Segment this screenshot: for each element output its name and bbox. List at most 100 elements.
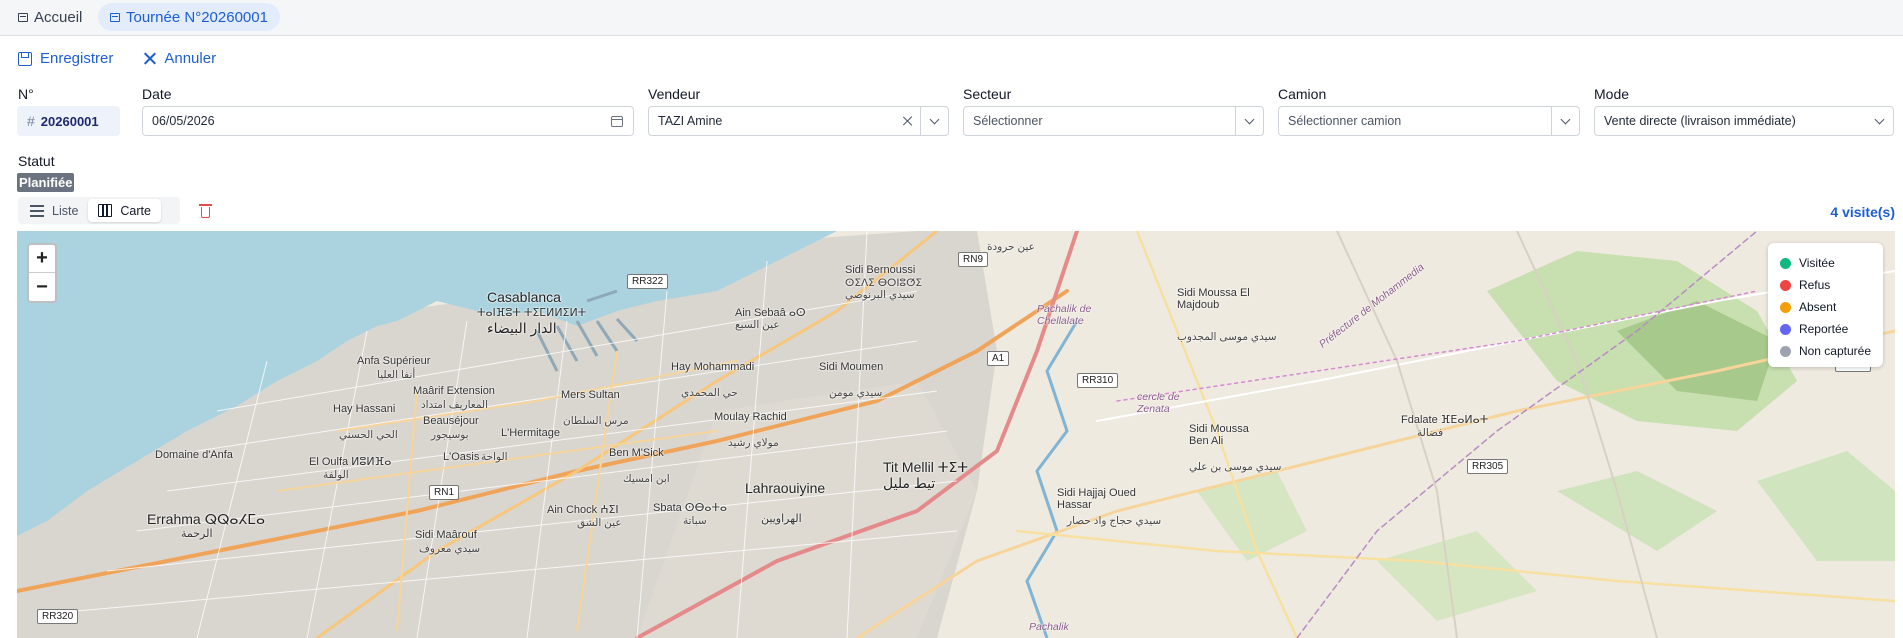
map-label-sidi-moussa-ben-ali: Sidi Moussa Ben Ali	[1189, 423, 1249, 447]
list-icon	[30, 205, 44, 217]
map-view[interactable]: Casablanca ⵜⴰⵏⴼⵓⵜ ⵜⵉⵎⵍⵍⵉⵍⵜ الدار البيضاء…	[17, 231, 1895, 638]
road-shield: RR310	[1077, 373, 1119, 388]
zoom-in-button[interactable]: +	[29, 245, 55, 273]
save-button[interactable]: Enregistrer	[18, 50, 113, 67]
map-label-sidi-hajjaj: Sidi Hajjaj Oued Hassar	[1057, 487, 1136, 511]
tab-home[interactable]: Accueil	[6, 3, 94, 31]
zoom-out-button[interactable]: −	[29, 273, 55, 301]
road-shield: RN9	[958, 252, 989, 267]
vendeur-label: Vendeur	[648, 86, 701, 102]
hash-icon: #	[27, 113, 35, 129]
date-field[interactable]: 06/05/2026	[142, 106, 634, 136]
chevron-down-icon[interactable]	[1865, 107, 1893, 135]
list-view-button[interactable]: Liste	[20, 199, 88, 222]
map-label-sidi-bernoussi-tif: ⵙⵉⴷⵉ ⴱⵔⵏⵓⵚⵉ	[845, 277, 923, 289]
mode-select[interactable]: Vente directe (livraison immédiate)	[1594, 106, 1894, 136]
map-label-sidi-moussa-ben-ali-ar: سيدي موسى بن علي	[1189, 461, 1282, 473]
legend-dot	[1779, 257, 1791, 269]
vendeur-select[interactable]: TAZI Amine	[648, 106, 949, 136]
map-label-sidi-moussa-majdoub: Sidi Moussa El Majdoub	[1177, 287, 1250, 311]
legend-item: Absent	[1779, 296, 1871, 318]
page-icon	[18, 12, 28, 22]
vendeur-value: TAZI Amine	[658, 114, 723, 128]
number-value: 20260001	[40, 113, 99, 129]
camion-label: Camion	[1278, 86, 1327, 102]
map-label-oasis: L'Oasis	[443, 451, 480, 463]
list-view-label: Liste	[52, 203, 79, 218]
chevron-down-icon[interactable]	[1235, 107, 1263, 135]
map-label-hermitage: L'Hermitage	[501, 427, 560, 439]
map-label-mers-sultan-ar: مرس السلطان	[563, 415, 629, 427]
map-label-sidi-moumen: Sidi Moumen	[819, 361, 884, 373]
number-field: # 20260001	[17, 106, 120, 136]
road-shield: RR320	[37, 609, 79, 624]
map-label-anfa-superieur-ar: أنفا العليا	[377, 369, 416, 381]
legend-item: Refus	[1779, 274, 1871, 296]
map-label-anfa-superieur: Anfa Supérieur	[357, 355, 431, 367]
map-label-ain-chock: Ain Chock ⵄⵉⵏ	[547, 504, 619, 516]
map-label-maarif: Maârif Extension	[413, 385, 495, 397]
tab-bar: Accueil Tournée N°20260001	[0, 0, 1903, 36]
map-label-hay-mohammadi: Hay Mohammadi	[671, 361, 755, 373]
map-view-button[interactable]: Carte	[88, 199, 161, 222]
cancel-button[interactable]: Annuler	[143, 50, 216, 67]
map-label-errahma-ar: الرحمة	[181, 528, 213, 540]
legend-label: Refus	[1798, 278, 1831, 292]
map-label-sidi-maarouf-ar: سيدي معروف	[419, 543, 481, 555]
close-icon	[143, 52, 156, 65]
map-label-ain-harrouda-ar: عين حرودة	[987, 241, 1035, 253]
map-label-tit-mellil: Tit Mellil ⵜⵉⵜ	[883, 459, 969, 475]
map-label-hay-hassani-ar: الحي الحسني	[339, 429, 398, 441]
map-label-moulay-rachid: Moulay Rachid	[714, 411, 787, 423]
toolbar: Enregistrer Annuler	[18, 50, 216, 67]
legend-item: Non capturée	[1779, 340, 1871, 362]
map-label-ain-sebaa-ar: عين السبع	[735, 319, 780, 331]
legend-dot	[1779, 345, 1791, 357]
map-tiles	[17, 231, 1895, 638]
map-icon	[98, 204, 113, 217]
save-icon	[18, 51, 32, 66]
map-label-fdalate-ar: فضالة	[1417, 427, 1444, 439]
map-label-sidi-bernoussi: Sidi Bernoussi	[845, 264, 916, 276]
secteur-select[interactable]: Sélectionner	[963, 106, 1264, 136]
status-label: Statut	[18, 153, 55, 169]
map-label-ben-msick: Ben M'Sick	[609, 447, 664, 459]
map-label-hay-mohammadi-ar: حي المحمدي	[681, 387, 738, 399]
number-label: N°	[18, 86, 34, 102]
map-label-casablanca-tif: ⵜⴰⵏⴼⵓⵜ ⵜⵉⵎⵍⵍⵉⵍⵜ	[477, 307, 587, 319]
legend-dot	[1779, 279, 1791, 291]
map-label-hay-hassani: Hay Hassani	[333, 403, 396, 415]
map-label-sidi-hajjaj-ar: سيدي حجاج واد حصار	[1067, 515, 1162, 527]
calendar-icon[interactable]	[611, 115, 623, 127]
tab-home-label: Accueil	[34, 8, 83, 26]
map-label-tit-mellil-ar: تيط مليل	[883, 475, 936, 491]
map-label-domaine-anfa: Domaine d'Anfa	[155, 449, 233, 461]
map-label-ain-sebaa: Ain Sebaâ ⴰⵙ	[735, 307, 806, 319]
camion-select[interactable]: Sélectionner camion	[1278, 106, 1580, 136]
map-label-maarif-ar: المعاريف امتداد	[421, 399, 489, 411]
cancel-label: Annuler	[164, 50, 217, 67]
map-label-oulfa: El Oulfa ⵍⵓⵍⴼⴰ	[309, 456, 392, 468]
trash-icon[interactable]	[199, 203, 212, 218]
mode-label: Mode	[1594, 86, 1630, 102]
legend-label: Non capturée	[1798, 344, 1871, 358]
tab-tournee[interactable]: Tournée N°20260001	[98, 3, 280, 31]
map-label-sidi-moumen-ar: سيدي مومن	[829, 387, 883, 399]
map-label-pachalik: Pachalik	[1029, 621, 1069, 633]
tab-tournee-label: Tournée N°20260001	[126, 8, 268, 26]
chevron-down-icon[interactable]	[1551, 107, 1579, 135]
map-label-casablanca: Casablanca	[487, 289, 561, 305]
map-view-label: Carte	[120, 203, 151, 218]
page-icon	[110, 12, 120, 22]
map-label-moulay-rachid-ar: مولاي رشيد	[728, 437, 779, 449]
map-label-lahraouiyine-ar: الهراويين	[761, 513, 802, 525]
map-label-fdalate: Fdalate ⴼⴹⴰⵍⴰⵜ	[1401, 414, 1489, 426]
map-label-beausejour: Beauséjour	[423, 415, 479, 427]
secteur-placeholder: Sélectionner	[973, 114, 1043, 128]
clear-icon[interactable]	[896, 107, 920, 135]
legend-item: Reportée	[1779, 318, 1871, 340]
legend-dot	[1779, 323, 1791, 335]
road-shield: RN1	[429, 485, 460, 500]
zoom-control: + −	[27, 243, 57, 303]
chevron-down-icon[interactable]	[920, 107, 948, 135]
